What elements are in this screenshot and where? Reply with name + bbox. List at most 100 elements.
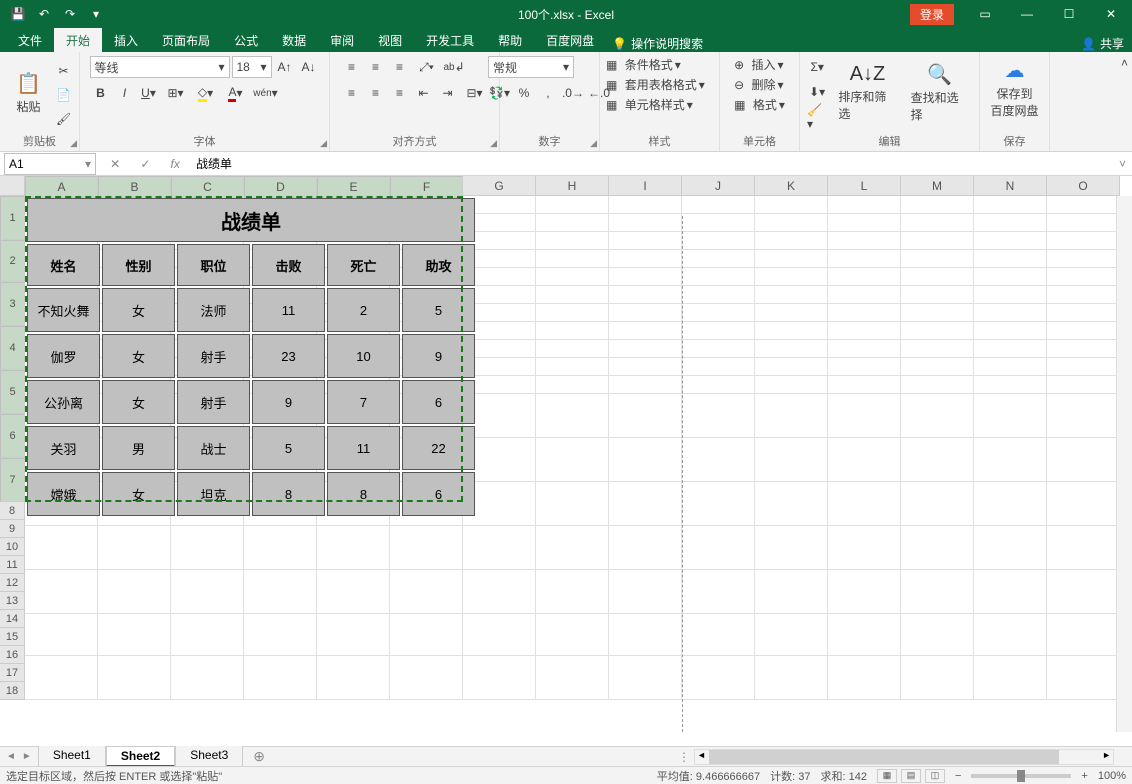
cell[interactable] bbox=[609, 304, 682, 322]
font-name-select[interactable]: 等线▾ bbox=[90, 56, 230, 78]
format-painter-icon[interactable]: 🖌 bbox=[53, 108, 75, 130]
cell[interactable] bbox=[901, 570, 974, 614]
cell[interactable] bbox=[901, 304, 974, 322]
clipboard-launcher-icon[interactable]: ◢ bbox=[70, 138, 77, 149]
cell[interactable] bbox=[463, 614, 536, 656]
cell[interactable] bbox=[974, 376, 1047, 394]
cell[interactable] bbox=[1047, 526, 1120, 570]
cell[interactable] bbox=[536, 358, 609, 376]
cell[interactable] bbox=[682, 656, 755, 700]
save-icon[interactable]: 💾 bbox=[6, 3, 30, 25]
row-header-7[interactable]: 7 bbox=[0, 458, 25, 502]
cell[interactable] bbox=[901, 656, 974, 700]
row-header-13[interactable]: 13 bbox=[0, 592, 25, 610]
cell[interactable] bbox=[682, 250, 755, 268]
cell[interactable] bbox=[609, 358, 682, 376]
add-sheet-icon[interactable]: ⊕ bbox=[243, 748, 275, 765]
tab-layout[interactable]: 页面布局 bbox=[150, 28, 222, 52]
cell[interactable] bbox=[974, 438, 1047, 482]
cell[interactable] bbox=[609, 322, 682, 340]
row-header-16[interactable]: 16 bbox=[0, 646, 25, 664]
cell[interactable] bbox=[390, 656, 463, 700]
qat-dropdown-icon[interactable]: ▾ bbox=[84, 3, 108, 25]
row-header-12[interactable]: 12 bbox=[0, 574, 25, 592]
collapse-ribbon-icon[interactable]: ˄ bbox=[1117, 52, 1132, 151]
cell[interactable] bbox=[609, 614, 682, 656]
sort-filter-button[interactable]: A↓Z排序和筛选 bbox=[834, 56, 900, 128]
currency-icon[interactable]: 💱▾ bbox=[488, 82, 511, 104]
row-header-11[interactable]: 11 bbox=[0, 556, 25, 574]
sheet-tab-sheet2[interactable]: Sheet2 bbox=[106, 746, 175, 767]
cell[interactable] bbox=[682, 376, 755, 394]
row-header-6[interactable]: 6 bbox=[0, 414, 25, 458]
row-header-17[interactable]: 17 bbox=[0, 664, 25, 682]
row-header-5[interactable]: 5 bbox=[0, 370, 25, 414]
zoom-slider[interactable] bbox=[971, 774, 1071, 778]
cell[interactable] bbox=[1047, 376, 1120, 394]
cell[interactable] bbox=[1047, 438, 1120, 482]
cell[interactable] bbox=[828, 358, 901, 376]
cell[interactable] bbox=[244, 614, 317, 656]
cell[interactable] bbox=[609, 340, 682, 358]
cell[interactable] bbox=[1047, 340, 1120, 358]
row-header-4[interactable]: 4 bbox=[0, 326, 25, 370]
cell[interactable] bbox=[974, 482, 1047, 526]
cell[interactable] bbox=[536, 340, 609, 358]
align-left-icon[interactable]: ≡ bbox=[341, 82, 363, 104]
save-baidu-button[interactable]: ☁保存到 百度网盘 bbox=[986, 56, 1042, 121]
align-center-icon[interactable]: ≡ bbox=[365, 82, 387, 104]
cell[interactable] bbox=[317, 656, 390, 700]
cell[interactable] bbox=[1047, 232, 1120, 250]
cell[interactable] bbox=[536, 376, 609, 394]
cell[interactable] bbox=[171, 614, 244, 656]
cell[interactable] bbox=[1047, 322, 1120, 340]
col-header-D[interactable]: D bbox=[244, 176, 317, 198]
cell[interactable] bbox=[536, 232, 609, 250]
align-top-icon[interactable]: ≡ bbox=[341, 56, 363, 78]
cell[interactable] bbox=[828, 526, 901, 570]
cell[interactable] bbox=[536, 570, 609, 614]
cell[interactable] bbox=[609, 250, 682, 268]
cell[interactable] bbox=[682, 438, 755, 482]
cell[interactable] bbox=[828, 196, 901, 214]
merge-icon[interactable]: ⊟▾ bbox=[461, 82, 489, 104]
underline-icon[interactable]: U▾ bbox=[138, 82, 160, 104]
sheet-tab-sheet3[interactable]: Sheet3 bbox=[175, 746, 243, 767]
tab-dev[interactable]: 开发工具 bbox=[414, 28, 486, 52]
cell[interactable] bbox=[901, 614, 974, 656]
insert-cells-button[interactable]: ⊕ 插入 ▾ bbox=[734, 56, 785, 73]
cell[interactable] bbox=[828, 322, 901, 340]
cell[interactable] bbox=[682, 268, 755, 286]
font-color-icon[interactable]: A▾ bbox=[222, 82, 250, 104]
cell[interactable] bbox=[828, 376, 901, 394]
cell[interactable] bbox=[536, 214, 609, 232]
cell[interactable] bbox=[901, 358, 974, 376]
col-header-C[interactable]: C bbox=[171, 176, 244, 198]
italic-icon[interactable]: I bbox=[114, 82, 136, 104]
cell[interactable] bbox=[536, 614, 609, 656]
cell[interactable] bbox=[755, 232, 828, 250]
cell[interactable] bbox=[755, 570, 828, 614]
cell[interactable] bbox=[609, 394, 682, 438]
cell[interactable] bbox=[682, 570, 755, 614]
phonetic-icon[interactable]: wén▾ bbox=[252, 82, 280, 104]
cell[interactable] bbox=[536, 286, 609, 304]
cell[interactable] bbox=[901, 268, 974, 286]
vertical-scrollbar[interactable] bbox=[1116, 196, 1132, 732]
cell[interactable] bbox=[755, 250, 828, 268]
row-header-10[interactable]: 10 bbox=[0, 538, 25, 556]
cell[interactable] bbox=[828, 286, 901, 304]
col-header-E[interactable]: E bbox=[317, 176, 390, 198]
maximize-icon[interactable]: ☐ bbox=[1048, 0, 1090, 28]
col-header-H[interactable]: H bbox=[536, 176, 609, 196]
cell[interactable] bbox=[755, 358, 828, 376]
cell[interactable] bbox=[901, 526, 974, 570]
cell[interactable] bbox=[25, 656, 98, 700]
expand-formula-icon[interactable]: ˅ bbox=[1113, 157, 1132, 171]
col-header-J[interactable]: J bbox=[682, 176, 755, 196]
cell[interactable] bbox=[463, 526, 536, 570]
cell[interactable] bbox=[317, 526, 390, 570]
cell[interactable] bbox=[25, 570, 98, 614]
cell[interactable] bbox=[828, 570, 901, 614]
cell[interactable] bbox=[390, 614, 463, 656]
